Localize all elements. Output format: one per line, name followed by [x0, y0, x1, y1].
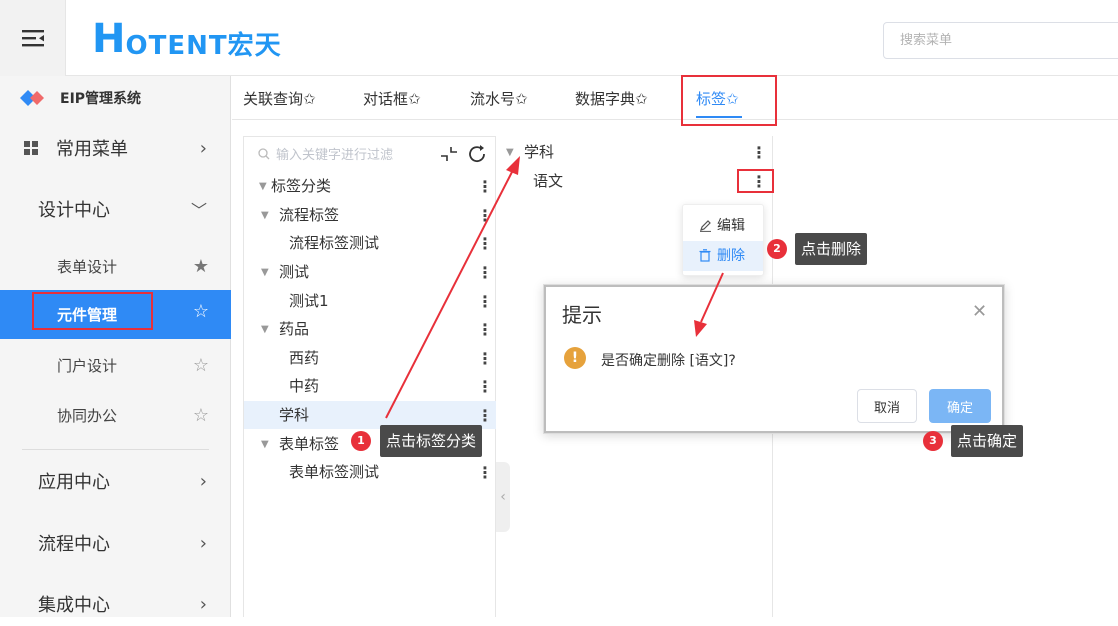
- highlight-box-tags-tab: [681, 75, 777, 126]
- tag-node-chinese[interactable]: 语文: [533, 167, 563, 195]
- more-vertical-icon[interactable]: ⋮: [477, 408, 493, 424]
- sidebar-item-common-menu[interactable]: 常用菜单 ›: [0, 126, 231, 170]
- sidebar-item-integration-center[interactable]: 集成中心 ›: [0, 582, 231, 626]
- tree-node-tag-category[interactable]: 标签分类: [271, 172, 331, 200]
- sidebar-item-label: 常用菜单: [56, 139, 128, 160]
- tree-node-chinese-medicine[interactable]: 中药: [289, 372, 319, 400]
- sidebar-item-app-center[interactable]: 应用中心 ›: [0, 459, 231, 503]
- context-menu-edit[interactable]: 编辑: [683, 211, 763, 241]
- tab-dialog[interactable]: 对话框✩: [363, 76, 421, 120]
- sidebar-item-form-design[interactable]: 表单设计 ★: [0, 244, 231, 288]
- more-vertical-icon[interactable]: ⋮: [477, 465, 493, 481]
- caret-down-icon[interactable]: ▼: [506, 147, 514, 158]
- dialog-message: 是否确定删除 [语文]?: [601, 353, 736, 369]
- sidebar-item-flow-center[interactable]: 流程中心 ›: [0, 521, 231, 565]
- caret-down-icon[interactable]: ▼: [261, 439, 269, 450]
- system-title-row: EIP管理系统: [0, 76, 231, 120]
- tab-related-query[interactable]: 关联查询✩: [243, 76, 316, 120]
- caret-down-icon[interactable]: ▼: [259, 181, 267, 192]
- panel-collapse-handle[interactable]: ‹: [496, 462, 510, 532]
- tree-node-test[interactable]: 测试: [279, 258, 309, 286]
- trash-icon: [699, 249, 711, 262]
- chevron-right-icon: ›: [199, 593, 207, 615]
- logo-letter: H: [92, 16, 126, 62]
- system-name: EIP管理系统: [60, 91, 142, 107]
- context-menu-delete[interactable]: 删除: [683, 241, 763, 271]
- star-filled-icon[interactable]: ★: [193, 256, 209, 277]
- arrow-head-step1: [506, 156, 520, 175]
- tree-filter-input[interactable]: [256, 144, 426, 166]
- confirm-button[interactable]: 确定: [929, 389, 991, 423]
- step-badge-1: 1: [351, 431, 371, 451]
- tag-node-subject[interactable]: 学科: [524, 138, 554, 166]
- sidebar-divider: [22, 449, 209, 450]
- menu-toggle-button[interactable]: [0, 0, 66, 76]
- tree-node-form-tag[interactable]: 表单标签: [279, 430, 339, 458]
- context-menu-edit-label: 编辑: [717, 218, 745, 234]
- star-outline-icon[interactable]: ☆: [193, 355, 209, 376]
- sidebar-item-label: 流程中心: [38, 534, 110, 555]
- hotent-logo: H OTENT宏天: [92, 16, 282, 62]
- sidebar-item-collaboration[interactable]: 协同办公 ☆: [0, 393, 231, 437]
- step-tip-2: 点击删除: [795, 233, 868, 265]
- chevron-right-icon: ›: [199, 470, 207, 492]
- warning-icon: !: [564, 347, 586, 369]
- collapse-all-icon[interactable]: [440, 146, 458, 162]
- more-vertical-icon[interactable]: ⋮: [477, 236, 493, 252]
- tab-data-dictionary[interactable]: 数据字典✩: [575, 76, 648, 120]
- more-vertical-icon[interactable]: ⋮: [751, 145, 767, 161]
- sidebar-item-design-center[interactable]: 设计中心 ﹀: [0, 187, 231, 231]
- close-icon[interactable]: ✕: [972, 301, 987, 322]
- star-outline-icon[interactable]: ☆: [193, 301, 209, 322]
- more-vertical-icon[interactable]: ⋮: [477, 294, 493, 310]
- menu-search-input[interactable]: [883, 22, 1118, 59]
- more-vertical-icon[interactable]: ⋮: [477, 351, 493, 367]
- sidebar-item-label: 设计中心: [38, 200, 110, 221]
- highlight-box-component-management: [32, 292, 153, 330]
- tree-node-test1[interactable]: 测试1: [289, 287, 329, 315]
- tree-node-western-medicine[interactable]: 西药: [289, 344, 319, 372]
- sidebar-item-label: 应用中心: [38, 472, 110, 493]
- system-logo-icon: [20, 90, 44, 106]
- more-vertical-icon[interactable]: ⋮: [477, 179, 493, 195]
- chevron-right-icon: ›: [199, 137, 207, 159]
- caret-down-icon[interactable]: ▼: [261, 267, 269, 278]
- edit-icon: [700, 220, 711, 232]
- tab-serial-number[interactable]: 流水号✩: [470, 76, 528, 120]
- sidebar-item-label: 门户设计: [57, 356, 118, 375]
- context-menu-delete-label: 删除: [717, 248, 745, 264]
- sidebar-item-portal-design[interactable]: 门户设计 ☆: [0, 343, 231, 387]
- tree-node-flow-tag-test[interactable]: 流程标签测试: [289, 229, 379, 257]
- sidebar-item-label: 集成中心: [38, 595, 110, 616]
- step-tip-3: 点击确定: [951, 425, 1024, 457]
- sidebar-item-label: 表单设计: [57, 257, 118, 276]
- star-outline-icon[interactable]: ☆: [193, 405, 209, 426]
- chevron-down-icon: ﹀: [190, 201, 207, 220]
- tree-node-form-tag-test[interactable]: 表单标签测试: [289, 458, 379, 486]
- caret-down-icon[interactable]: ▼: [261, 324, 269, 335]
- sidebar-item-label: 协同办公: [57, 406, 118, 425]
- logo-text: OTENT宏天: [125, 30, 282, 61]
- context-menu: 编辑 删除: [682, 204, 764, 276]
- more-vertical-icon[interactable]: ⋮: [477, 265, 493, 281]
- step-tip-1: 点击标签分类: [380, 425, 483, 457]
- chevron-right-icon: ›: [199, 532, 207, 554]
- more-vertical-icon[interactable]: ⋮: [477, 379, 493, 395]
- more-vertical-icon[interactable]: ⋮: [477, 322, 493, 338]
- highlight-box-more-menu: [737, 169, 774, 193]
- refresh-icon[interactable]: [468, 145, 488, 163]
- grid-icon: [24, 141, 38, 155]
- dialog-title: 提示: [562, 303, 602, 327]
- more-vertical-icon[interactable]: ⋮: [477, 208, 493, 224]
- cancel-button[interactable]: 取消: [857, 389, 917, 423]
- step-badge-3: 3: [923, 431, 943, 451]
- menu-fold-icon: [21, 30, 44, 47]
- step-badge-2: 2: [767, 239, 787, 259]
- tree-node-flow-tag[interactable]: 流程标签: [279, 201, 339, 229]
- tree-node-medicine[interactable]: 药品: [279, 315, 309, 343]
- tree-node-subject[interactable]: 学科: [279, 401, 309, 429]
- caret-down-icon[interactable]: ▼: [261, 210, 269, 221]
